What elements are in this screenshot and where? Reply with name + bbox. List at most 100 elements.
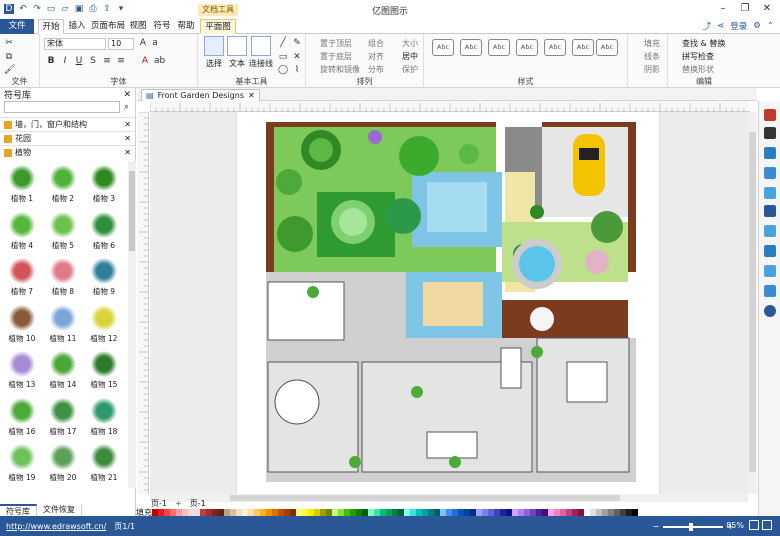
align-button[interactable]: 对齐 [368,51,384,62]
tab-symbol-library[interactable]: 符号库 [0,504,37,516]
font-size-select[interactable]: 10 [108,38,134,50]
connector-tool-button[interactable]: 连接线 [248,36,274,69]
library-shape[interactable]: 植物 8 [43,254,83,300]
style-preset-5[interactable]: Abc [544,39,566,56]
image-icon[interactable] [764,187,776,199]
fit-page-icon[interactable] [749,520,759,530]
style-preset-7[interactable]: Abc [596,39,618,56]
share-icon[interactable]: ⤴ [703,20,712,32]
library-shape[interactable]: 植物 10 [2,301,42,347]
replace-shape-button[interactable]: 替换形状 [682,64,714,75]
library-shape[interactable]: 植物 9 [84,254,124,300]
library-search-input[interactable] [4,101,120,113]
garden-floor-plan[interactable] [237,112,661,494]
close-icon[interactable]: ✕ [124,148,131,157]
pencil-icon[interactable]: ⌇ [292,65,302,75]
close-window-button[interactable]: ✕ [756,0,778,18]
bold-icon[interactable]: B [46,56,56,66]
comment-icon[interactable] [764,265,776,277]
line-icon[interactable]: ╱ [278,38,288,48]
hyperlink-icon[interactable] [764,245,776,257]
color-swatch[interactable] [632,508,638,516]
library-scrollbar[interactable] [128,161,136,488]
text-color-icon[interactable]: A [140,56,150,66]
fill-button[interactable]: 填充 [644,38,660,49]
style-preset-2[interactable]: Abc [460,39,482,56]
tab-symbols[interactable]: 符号 [150,19,174,34]
library-shape[interactable]: 植物 12 [84,301,124,347]
align-center-icon[interactable]: ≡ [116,56,126,66]
distribute-button[interactable]: 分布 [368,64,384,75]
zoom-out-icon[interactable]: − [653,522,660,531]
search-icon[interactable]: ⌕ [124,102,129,112]
print-icon[interactable]: ⎙ [88,4,98,14]
group-button[interactable]: 组合 [368,38,384,49]
library-shape[interactable]: 植物 16 [2,394,42,440]
format-painter-icon[interactable]: 🖌 [4,65,15,75]
page-selector[interactable]: 页-1 [151,498,167,509]
library-shape[interactable]: 植物 14 [43,347,83,393]
strikethrough-icon[interactable]: S [88,56,98,66]
shrink-font-icon[interactable]: a [150,38,160,48]
library-shape[interactable]: 植物 18 [84,394,124,440]
library-scroll-thumb[interactable] [129,171,135,251]
tab-insert[interactable]: 插入 [64,19,90,34]
copy-icon[interactable]: ⧉ [4,52,14,62]
protect-button[interactable]: 保护 [402,64,418,75]
export-icon[interactable]: ⇪ [102,4,112,14]
website-link[interactable]: http://www.edrawsoft.cn/ [0,522,106,531]
close-icon[interactable]: ✕ [248,90,255,101]
spell-check-button[interactable]: 拼写检查 [682,51,714,62]
maximize-button[interactable]: ❐ [734,0,756,18]
zoom-thumb[interactable] [689,522,694,531]
fill-panel-icon[interactable] [764,147,776,159]
library-shape[interactable]: 植物 19 [2,440,42,486]
shadow-button[interactable]: 阴影 [644,64,660,75]
drawing-canvas[interactable] [150,112,748,494]
pen-icon[interactable]: ✎ [292,38,302,48]
add-page-icon[interactable]: + [175,499,182,508]
library-category-plants[interactable]: 植物 ✕ [0,145,135,159]
ellipse-icon[interactable]: ◯ [278,65,288,75]
collapse-ribbon-icon[interactable]: ⌃ [767,21,774,31]
select-tool-button[interactable]: 选择 [203,36,225,69]
library-shape[interactable]: 植物 21 [84,440,124,486]
share-link-icon[interactable]: ⋖ [717,21,724,31]
tab-page-layout[interactable]: 页面布局 [90,19,126,34]
tab-home[interactable]: 开始 [38,19,64,34]
library-shape[interactable]: 植物 7 [2,254,42,300]
style-preset-6[interactable]: Abc [572,39,594,56]
zoom-slider[interactable]: − + [653,522,734,531]
library-shape[interactable]: 植物 5 [43,208,83,254]
library-shape[interactable]: 植物 15 [84,347,124,393]
underline-icon[interactable]: U [74,56,84,66]
save-icon[interactable]: ▣ [74,4,84,14]
minimize-button[interactable]: – [712,0,734,18]
canvas-vertical-scrollbar[interactable] [748,112,757,494]
vertical-scroll-thumb[interactable] [749,132,756,472]
undo-icon[interactable]: ↶ [18,4,28,14]
library-category-walls[interactable]: 墙，门，窗户和结构 ✕ [0,117,135,131]
line-style-icon[interactable] [764,127,776,139]
size-button[interactable]: 大小 [402,38,418,49]
highlight-icon[interactable]: ab [154,56,165,66]
line-button[interactable]: 线条 [644,51,660,62]
redo-icon[interactable]: ↷ [32,4,42,14]
library-category-garden[interactable]: 花园 ✕ [0,131,135,145]
crop-icon[interactable]: ✕ [292,52,302,62]
tab-help[interactable]: 帮助 [174,19,198,34]
new-doc-icon[interactable]: ▭ [46,4,56,14]
style-preset-3[interactable]: Abc [488,39,510,56]
close-icon[interactable]: ✕ [124,120,131,129]
tab-file-recovery[interactable]: 文件恢复 [37,504,82,516]
library-shape[interactable]: 植物 1 [2,161,42,207]
center-button[interactable]: 居中 [402,51,418,62]
document-tab[interactable]: ▤ Front Garden Designs ✕ [141,89,260,101]
page-tab[interactable]: 页-1 [190,498,206,509]
fullscreen-icon[interactable] [762,520,772,530]
gear-icon[interactable]: ⚙ [753,21,761,31]
customize-icon[interactable]: ▾ [116,4,126,14]
style-preset-1[interactable]: Abc [432,39,454,56]
horizontal-scroll-thumb[interactable] [230,495,620,501]
open-icon[interactable]: ▱ [60,4,70,14]
